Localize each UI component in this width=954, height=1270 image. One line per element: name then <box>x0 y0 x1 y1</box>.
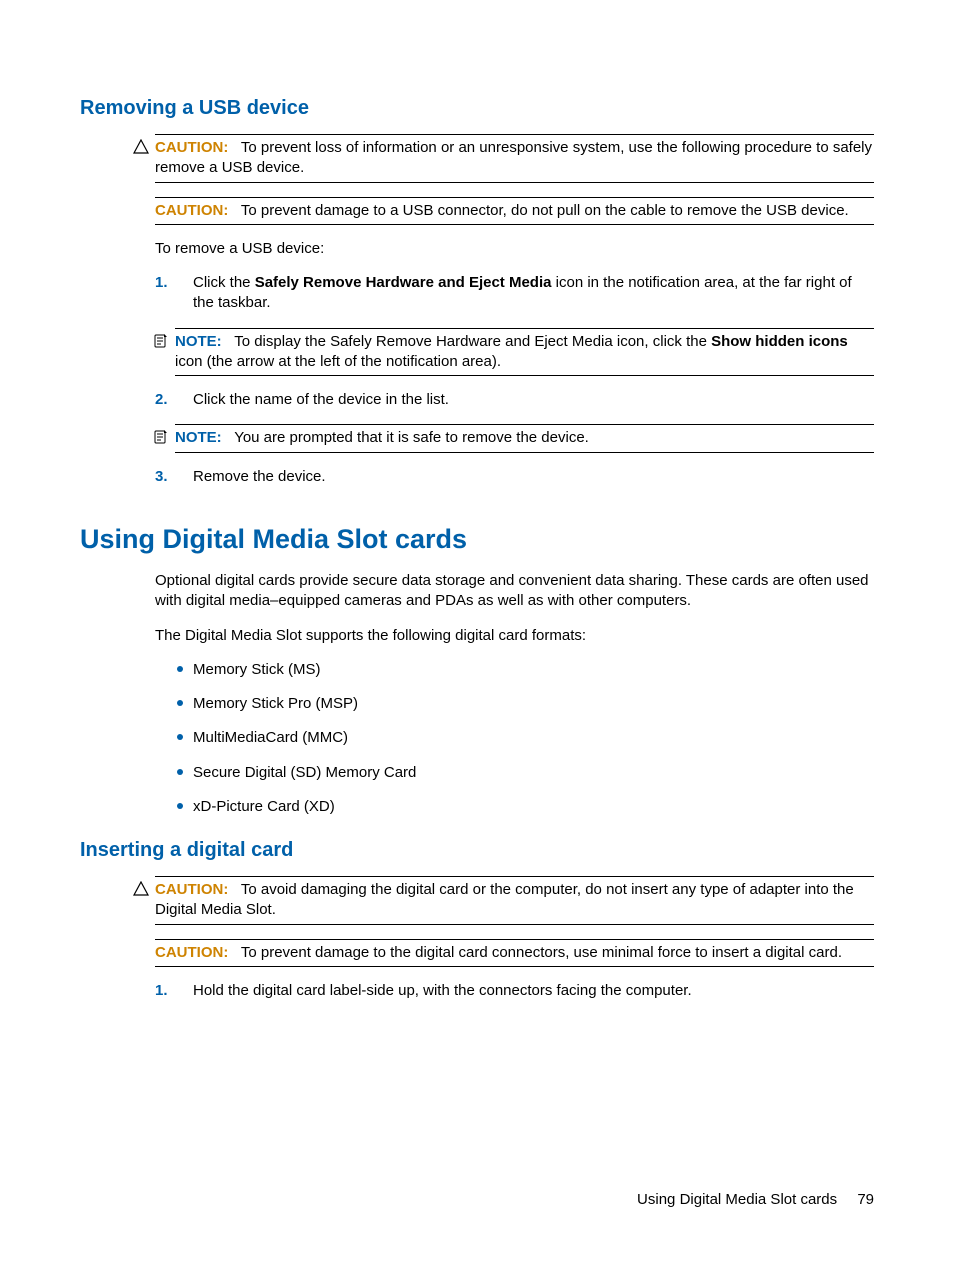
caution-text: To prevent damage to a USB connector, do… <box>241 202 849 219</box>
list-item: MultiMediaCard (MMC) <box>155 728 874 748</box>
step-number: 1. <box>155 981 168 1001</box>
step-number: 1. <box>155 273 168 293</box>
heading-removing-usb: Removing a USB device <box>80 95 874 122</box>
caution-callout: CAUTION: To prevent damage to a USB conn… <box>155 197 874 225</box>
step-bold: Safely Remove Hardware and Eject Media <box>255 274 552 291</box>
page-footer: Using Digital Media Slot cards 79 <box>637 1190 874 1210</box>
caution-text: To prevent damage to the digital card co… <box>241 944 842 961</box>
step-text: Click the <box>193 274 255 291</box>
list-item: Memory Stick (MS) <box>155 660 874 680</box>
caution-text: To prevent loss of information or an unr… <box>241 139 829 156</box>
bullet-text: xD-Picture Card (XD) <box>193 798 335 815</box>
step-text: Hold the digital card label-side up, wit… <box>193 982 692 999</box>
footer-title: Using Digital Media Slot cards <box>637 1191 837 1208</box>
list-item: xD-Picture Card (XD) <box>155 797 874 817</box>
note-icon <box>153 333 169 349</box>
caution-callout: CAUTION: To prevent loss of information … <box>155 134 874 183</box>
caution-text: To avoid damaging the digital card or th… <box>241 881 829 898</box>
step-number: 3. <box>155 467 168 487</box>
page-number: 79 <box>857 1191 874 1208</box>
note-bold: Show hidden icons <box>711 333 848 350</box>
note-label: NOTE: <box>175 333 222 350</box>
note-text: icon (the arrow at the left of the notif… <box>175 353 501 370</box>
note-text: You are prompted that it is safe to remo… <box>234 429 589 446</box>
bullet-icon <box>177 769 183 775</box>
bullet-icon <box>177 803 183 809</box>
caution-callout: CAUTION: To avoid damaging the digital c… <box>155 876 874 925</box>
intro-text: To remove a USB device: <box>155 239 874 259</box>
note-label: NOTE: <box>175 429 222 446</box>
bullet-icon <box>177 700 183 706</box>
caution-label: CAUTION: <box>155 139 228 156</box>
note-text: To display the Safely Remove Hardware an… <box>234 333 711 350</box>
note-callout: NOTE: To display the Safely Remove Hardw… <box>175 328 874 377</box>
bullet-icon <box>177 666 183 672</box>
caution-callout: CAUTION: To prevent damage to the digita… <box>155 939 874 967</box>
paragraph: The Digital Media Slot supports the foll… <box>155 626 874 646</box>
caution-triangle-icon <box>133 139 149 155</box>
note-callout: NOTE: You are prompted that it is safe t… <box>175 424 874 452</box>
step-number: 2. <box>155 390 168 410</box>
caution-label: CAUTION: <box>155 202 228 219</box>
caution-label: CAUTION: <box>155 881 228 898</box>
paragraph: Optional digital cards provide secure da… <box>155 571 874 612</box>
list-item: Memory Stick Pro (MSP) <box>155 694 874 714</box>
bullet-text: Memory Stick Pro (MSP) <box>193 695 358 712</box>
list-item: Secure Digital (SD) Memory Card <box>155 763 874 783</box>
step-text: Remove the device. <box>193 468 326 485</box>
bullet-text: Secure Digital (SD) Memory Card <box>193 764 416 781</box>
bullet-text: MultiMediaCard (MMC) <box>193 729 348 746</box>
step-text: Click the name of the device in the list… <box>193 391 449 408</box>
list-item: 1. Hold the digital card label-side up, … <box>155 981 874 1001</box>
bullet-text: Memory Stick (MS) <box>193 661 321 678</box>
heading-inserting-card: Inserting a digital card <box>80 837 874 864</box>
unordered-list: Memory Stick (MS) Memory Stick Pro (MSP)… <box>155 660 874 817</box>
list-item: 2. Click the name of the device in the l… <box>155 390 874 410</box>
note-icon <box>153 429 169 445</box>
list-item: 3. Remove the device. <box>155 467 874 487</box>
list-item: 1. Click the Safely Remove Hardware and … <box>155 273 874 314</box>
caution-triangle-icon <box>133 881 149 897</box>
bullet-icon <box>177 734 183 740</box>
ordered-list: 1. Hold the digital card label-side up, … <box>155 981 874 1001</box>
caution-label: CAUTION: <box>155 944 228 961</box>
ordered-list: 1. Click the Safely Remove Hardware and … <box>155 273 874 487</box>
heading-digital-media-slot: Using Digital Media Slot cards <box>80 521 874 557</box>
